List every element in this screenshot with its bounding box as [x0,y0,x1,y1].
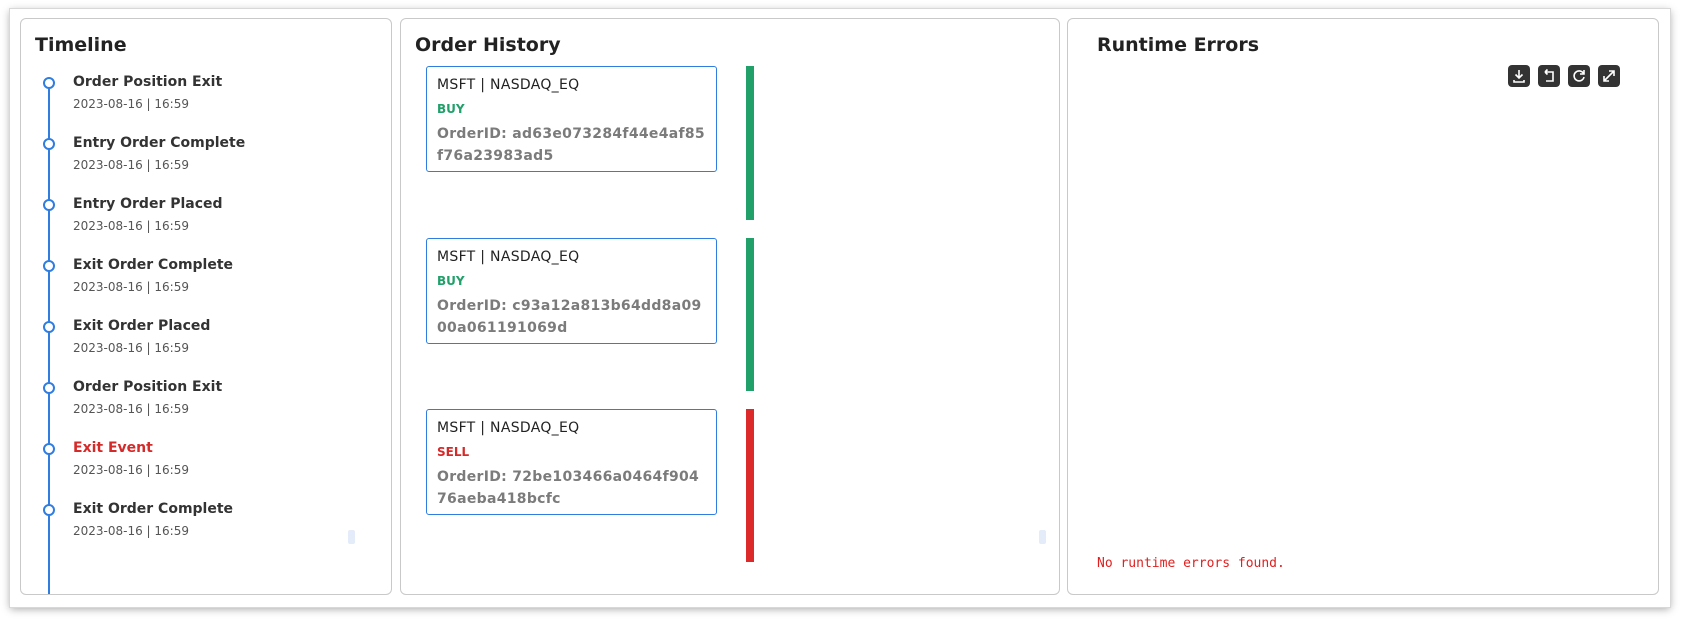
timeline-item-title: Exit Order Placed [73,318,211,334]
order-history-panel: Order History MSFT | NASDAQ_EQ BUY Order… [400,18,1060,595]
timeline-title: Timeline [35,34,127,56]
timeline-panel: Timeline Order Position Exit 2023-08-16 … [20,18,392,595]
timeline-item-title: Order Position Exit [73,74,223,90]
timeline-dot-icon [43,321,55,333]
order-id: OrderID: ad63e073284f44e4af85f76a23983ad… [437,126,705,164]
timeline-item-title: Exit Order Complete [73,257,234,273]
runtime-errors-title: Runtime Errors [1097,34,1260,56]
timeline-item-time: 2023-08-16 | 16:59 [73,97,189,111]
undo-icon[interactable] [1538,65,1560,87]
download-icon[interactable] [1508,65,1530,87]
no-errors-message: No runtime errors found. [1097,556,1285,571]
runtime-errors-panel: Runtime Errors No runtime errors found. [1067,18,1659,595]
order-history-title: Order History [415,34,561,56]
order-symbol: MSFT | NASDAQ_EQ [437,420,580,436]
expand-icon[interactable] [1598,65,1620,87]
timeline-item-title: Entry Order Placed [73,196,223,212]
app-window: Timeline Order Position Exit 2023-08-16 … [10,9,1670,607]
scroll-handle[interactable] [348,530,355,544]
order-card[interactable]: MSFT | NASDAQ_EQ BUY OrderID: c93a12a813… [426,238,717,344]
timeline-dot-icon [43,382,55,394]
order-id: OrderID: c93a12a813b64dd8a0900a061191069… [437,298,702,336]
timeline-item-title: Order Position Exit [73,379,223,395]
timeline-item-time: 2023-08-16 | 16:59 [73,280,189,294]
order-card[interactable]: MSFT | NASDAQ_EQ BUY OrderID: ad63e07328… [426,66,717,172]
timeline-item-time: 2023-08-16 | 16:59 [73,219,189,233]
scroll-handle[interactable] [1039,530,1046,544]
timeline-dot-icon [43,443,55,455]
timeline-item-time: 2023-08-16 | 16:59 [73,524,189,538]
order-card[interactable]: MSFT | NASDAQ_EQ SELL OrderID: 72be10346… [426,409,717,515]
timeline-line [48,85,50,594]
order-id: OrderID: 72be103466a0464f90476aeba418bcf… [437,469,700,507]
timeline-item-time: 2023-08-16 | 16:59 [73,402,189,416]
timeline-item-title: Exit Event [73,440,153,456]
order-side-badge: BUY [437,102,465,116]
timeline-item-time: 2023-08-16 | 16:59 [73,158,189,172]
order-side-badge: SELL [437,445,470,459]
timeline-item-time: 2023-08-16 | 16:59 [73,463,189,477]
timeline-dot-icon [43,504,55,516]
timeline-dot-icon [43,260,55,272]
timeline-item-time: 2023-08-16 | 16:59 [73,341,189,355]
order-symbol: MSFT | NASDAQ_EQ [437,249,580,265]
order-side-badge: BUY [437,274,465,288]
timeline-dot-icon [43,199,55,211]
timeline-item-title: Exit Order Complete [73,501,234,517]
order-symbol: MSFT | NASDAQ_EQ [437,77,580,93]
refresh-icon[interactable] [1568,65,1590,87]
timeline-dot-icon [43,77,55,89]
order-status-bar [746,409,754,562]
order-status-bar [746,66,754,220]
timeline-item-title: Entry Order Complete [73,135,246,151]
order-status-bar [746,238,754,391]
timeline-dot-icon [43,138,55,150]
